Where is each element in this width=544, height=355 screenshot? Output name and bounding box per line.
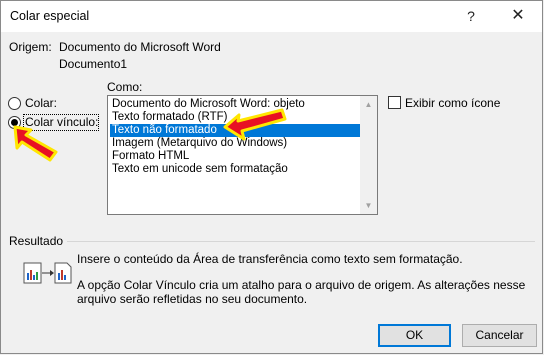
- display-as-icon-checkbox[interactable]: [388, 96, 401, 109]
- result-description-line1: Insere o conteúdo da Área de transferênc…: [77, 252, 463, 266]
- ok-button[interactable]: OK: [378, 324, 451, 347]
- colar-radio-label[interactable]: Colar:: [25, 96, 57, 110]
- cancel-button[interactable]: Cancelar: [462, 324, 537, 347]
- result-separator: [67, 241, 535, 242]
- origin-label: Origem:: [9, 40, 52, 54]
- result-description-line2: A opção Colar Vínculo cria um atalho par…: [77, 278, 526, 292]
- origin-document: Documento1: [59, 57, 128, 71]
- close-button[interactable]: ✕: [506, 4, 530, 28]
- result-description-line3: arquivo serão refletidas no seu document…: [77, 292, 308, 306]
- annotation-arrow-radio: [13, 125, 58, 162]
- listbox-scrollbar[interactable]: ▲ ▼: [360, 96, 377, 214]
- list-item-html[interactable]: Formato HTML: [110, 150, 361, 163]
- annotation-arrow-list: [223, 108, 287, 141]
- title-bar: Colar especial ? ✕: [1, 1, 542, 32]
- origin-source: Documento do Microsoft Word: [59, 40, 221, 54]
- dialog-title: Colar especial: [10, 9, 90, 23]
- paste-link-icon: [23, 262, 72, 284]
- result-label: Resultado: [9, 234, 64, 248]
- paste-special-dialog: Colar especial ? ✕ Origem: Documento do …: [0, 0, 543, 354]
- scroll-down-icon[interactable]: ▼: [360, 197, 377, 214]
- help-button[interactable]: ?: [459, 4, 483, 28]
- scroll-up-icon[interactable]: ▲: [360, 96, 377, 113]
- colar-radio[interactable]: [8, 97, 21, 110]
- display-as-icon-label[interactable]: Exibir como ícone: [405, 96, 500, 110]
- como-label: Como:: [107, 80, 143, 94]
- list-item-unicode-text[interactable]: Texto em unicode sem formatação: [110, 163, 361, 176]
